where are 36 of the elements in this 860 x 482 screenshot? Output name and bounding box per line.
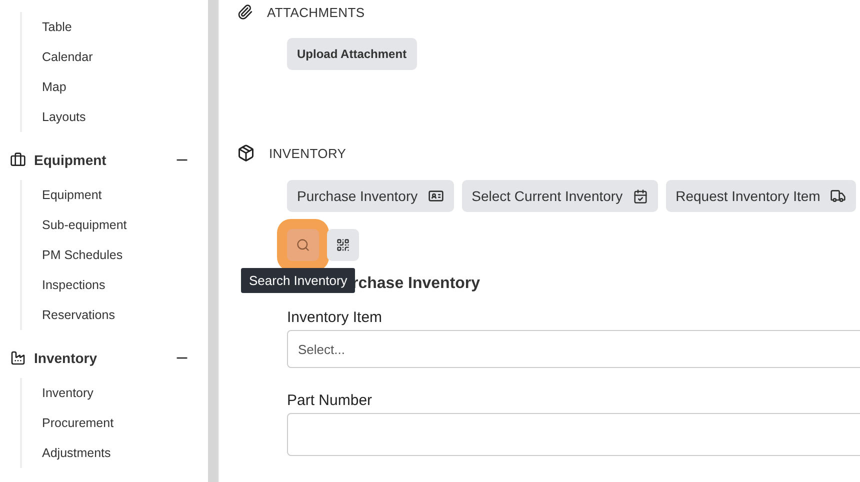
sidebar-item[interactable]: Inspections bbox=[42, 270, 208, 300]
action-button[interactable]: Request Inventory Item bbox=[666, 180, 856, 212]
select-field[interactable]: Select... bbox=[287, 330, 860, 368]
action-button[interactable]: Purchase Inventory bbox=[287, 180, 454, 212]
sidebar-item[interactable]: Layouts bbox=[42, 102, 208, 132]
search-button[interactable] bbox=[287, 229, 319, 261]
package-icon bbox=[237, 144, 255, 162]
sidebar-item[interactable]: Equipment bbox=[42, 180, 208, 210]
scrollbar[interactable] bbox=[208, 0, 219, 482]
input-field[interactable] bbox=[287, 413, 860, 456]
sidebar-item[interactable]: Inventory bbox=[42, 378, 208, 408]
sidebar-item[interactable]: Reservations bbox=[42, 300, 208, 330]
sidebar-item[interactable]: Procurement bbox=[42, 408, 208, 438]
calendar-check-icon bbox=[632, 188, 648, 204]
sidebar-item[interactable]: Adjustments bbox=[42, 438, 208, 468]
id-card-icon bbox=[428, 188, 444, 204]
sidebar-item[interactable]: Table bbox=[42, 12, 208, 42]
field-label: Inventory Item bbox=[287, 309, 384, 326]
sidebar-item[interactable]: Calendar bbox=[42, 42, 208, 72]
qr-code-button[interactable] bbox=[327, 229, 359, 261]
sidebar-item[interactable]: PM Schedules bbox=[42, 240, 208, 270]
field-label: Part Number bbox=[287, 392, 374, 409]
sidebar-item[interactable]: Map bbox=[42, 72, 208, 102]
paperclip-icon bbox=[237, 4, 253, 20]
search-icon bbox=[296, 238, 310, 252]
qr-code-icon bbox=[336, 238, 350, 252]
upload-button[interactable]: Upload Attachment bbox=[287, 38, 417, 70]
section-title[interactable]: Equipment bbox=[34, 152, 174, 168]
sidebar-item[interactable]: Sub-equipment bbox=[42, 210, 208, 240]
section-title: ATTACHMENTS bbox=[267, 4, 365, 20]
truck-icon bbox=[830, 188, 846, 204]
action-button[interactable]: Select Current Inventory bbox=[462, 180, 658, 212]
section-title: INVENTORY bbox=[269, 146, 346, 160]
section-title[interactable]: Inventory bbox=[34, 350, 174, 366]
tooltip: Search Inventory bbox=[241, 268, 356, 293]
factory-icon bbox=[10, 350, 26, 366]
